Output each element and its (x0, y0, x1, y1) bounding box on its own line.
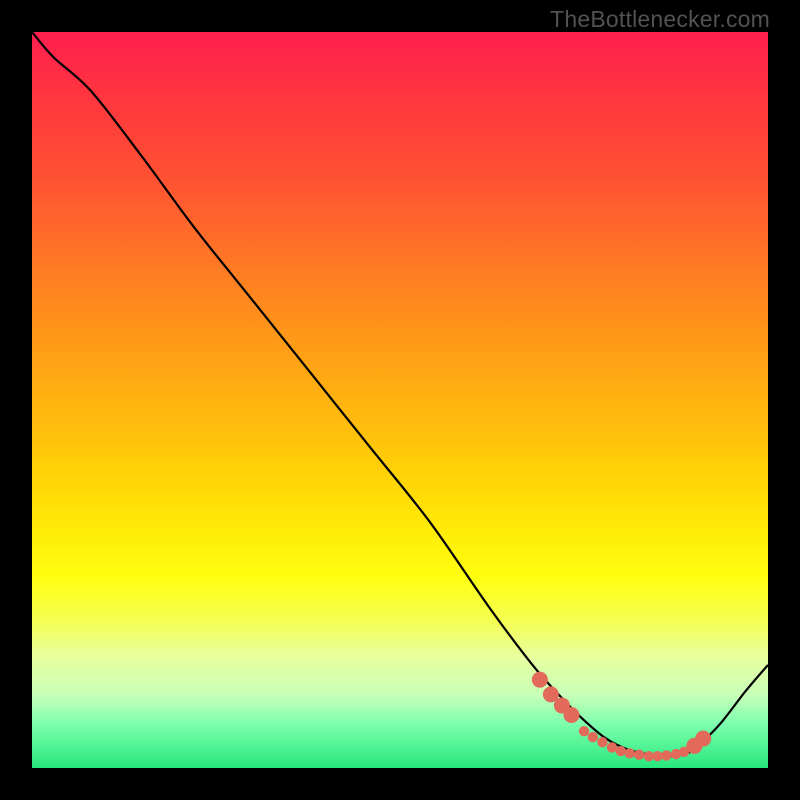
curve-marker (695, 731, 711, 747)
curve-marker (634, 750, 644, 760)
chart-stage: TheBottlenecker.com (0, 0, 800, 800)
curve-svg (32, 32, 768, 768)
curve-marker (624, 748, 634, 758)
curve-marker (588, 732, 598, 742)
bottleneck-curve (32, 32, 768, 756)
curve-marker (597, 737, 607, 747)
curve-marker (532, 672, 548, 688)
curve-marker (679, 747, 689, 757)
curve-marker (563, 707, 579, 723)
curve-marker (616, 746, 626, 756)
curve-marker (579, 726, 589, 736)
plot-area (32, 32, 768, 768)
marker-group (532, 672, 711, 762)
watermark-text: TheBottlenecker.com (550, 6, 770, 33)
curve-marker (652, 751, 662, 761)
curve-marker (661, 750, 671, 760)
